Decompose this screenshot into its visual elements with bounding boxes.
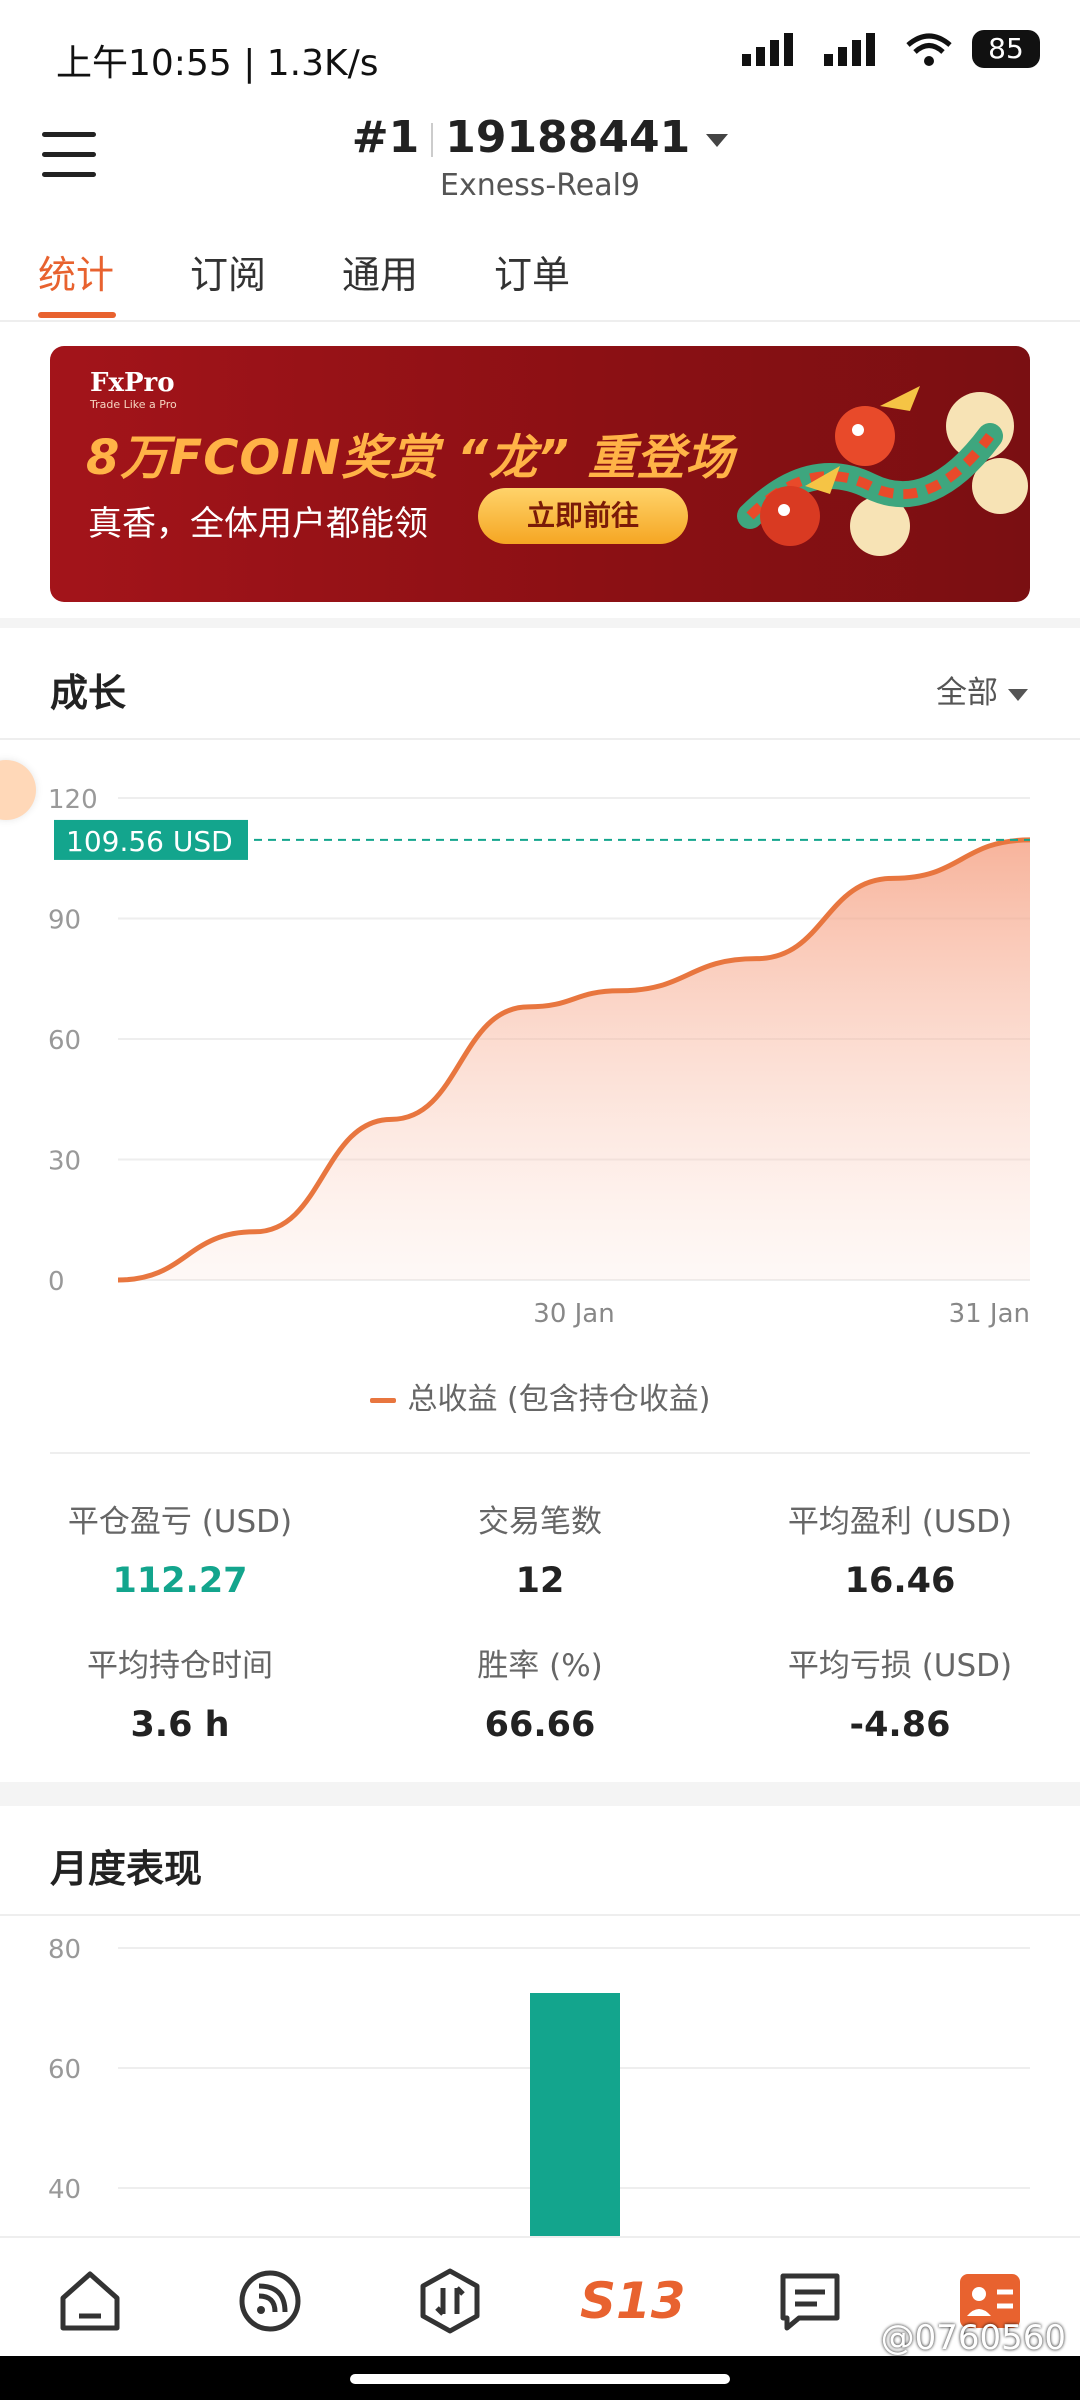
chevron-down-icon [1008, 688, 1028, 701]
stat-label: 胜率 (%) [477, 1648, 603, 1684]
stat-value: 66.66 [484, 1705, 596, 1745]
range-filter[interactable]: 全部 [936, 667, 1028, 712]
stat-value: -4.86 [849, 1705, 951, 1745]
s13-nav-button[interactable]: S13 [580, 2266, 686, 2336]
stat-avg-loss: 平均亏损 (USD) -4.86 [750, 1640, 1050, 1745]
chevron-down-icon [706, 133, 729, 147]
home-indicator[interactable] [350, 2374, 730, 2384]
fxpro-logo: FxPro [90, 368, 175, 398]
tab-indicator [38, 312, 116, 318]
chart-legend: 总收益 (包含持仓收益) [0, 1374, 1080, 1418]
x-tick-label: 30 Jan [533, 1299, 614, 1329]
stat-label: 交易笔数 [478, 1504, 602, 1540]
system-nav-bar [0, 2356, 1080, 2400]
promo-banner[interactable]: FxPro Trade Like a Pro 8万FCOIN奖赏 “龙” 重登场… [50, 346, 1030, 602]
news-icon[interactable] [775, 2266, 845, 2336]
y-tick-label: 40 [48, 2175, 81, 2205]
bar [530, 1993, 620, 2240]
trade-icon[interactable] [415, 2266, 485, 2336]
legend-swatch [369, 1398, 396, 1403]
signal-icon-2 [824, 33, 875, 66]
tab-subscribe[interactable]: 订阅 [190, 244, 266, 299]
y-tick-label: 80 [48, 1935, 81, 1965]
stat-label: 平均盈利 (USD) [787, 1504, 1013, 1540]
section-divider [0, 618, 1080, 628]
tab-stats[interactable]: 统计 [38, 244, 114, 299]
stat-trade-count: 交易笔数 12 [390, 1496, 690, 1601]
stat-label: 平仓盈亏 (USD) [67, 1504, 293, 1540]
account-selector[interactable]: #1 19188441 [0, 112, 1080, 163]
series-area [118, 839, 1030, 1280]
status-bar: 上午10:55 | 1.3K/s 85 [0, 0, 1080, 100]
status-icons: 85 [740, 30, 1040, 68]
broadcast-icon[interactable] [235, 2266, 305, 2336]
stat-avg-hold-time: 平均持仓时间 3.6 h [30, 1640, 330, 1745]
stat-value: 16.46 [844, 1561, 956, 1601]
stat-label: 平均亏损 (USD) [787, 1648, 1013, 1684]
tab-orders[interactable]: 订单 [494, 244, 570, 299]
header: #1 19188441 Exness-Real9 [0, 100, 1080, 220]
growth-chart: 0 30 60 90 120 109.56 USD 30 Jan 31 Jan [48, 785, 1031, 1329]
range-filter-label: 全部 [936, 675, 998, 711]
y-tick-label: 60 [48, 1026, 81, 1056]
y-tick-label: 30 [48, 1147, 81, 1177]
server-name: Exness-Real9 [439, 168, 641, 203]
section-divider [0, 1914, 1080, 1916]
banner-cta-button[interactable]: 立即前往 [478, 488, 688, 544]
section-divider [0, 1782, 1080, 1806]
home-icon[interactable] [55, 2266, 125, 2336]
watermark: @0760560 [880, 2318, 1066, 2358]
y-tick-label: 0 [48, 1267, 65, 1297]
tab-bar: 统计 订阅 通用 订单 [0, 230, 1080, 322]
stat-value: 112.27 [112, 1561, 248, 1601]
account-rank: #1 [351, 112, 420, 163]
stats-divider [50, 1452, 1030, 1454]
status-time: 上午10:55 | 1.3K/s [56, 43, 379, 84]
legend-label: 总收益 (包含持仓收益) [407, 1382, 711, 1417]
tab-general[interactable]: 通用 [342, 244, 418, 299]
signal-icon [742, 33, 793, 66]
stat-value: 3.6 h [130, 1705, 230, 1745]
account-number: 19188441 [445, 112, 691, 163]
stat-value: 12 [515, 1561, 565, 1601]
current-value-label: 109.56 USD [66, 825, 233, 858]
stat-win-rate: 胜率 (%) 66.66 [390, 1640, 690, 1745]
stat-closed-pnl: 平仓盈亏 (USD) 112.27 [30, 1496, 330, 1601]
stat-avg-profit: 平均盈利 (USD) 16.46 [750, 1496, 1050, 1601]
dragon-illustration [737, 386, 1028, 556]
monthly-chart: 40 60 80 [48, 1935, 1030, 2240]
y-tick-label: 120 [48, 785, 98, 815]
separator [431, 123, 434, 157]
fxpro-tagline: Trade Like a Pro [90, 398, 177, 411]
banner-headline: 8万FCOIN奖赏 “龙” 重登场 [86, 430, 735, 486]
growth-title: 成长 [50, 671, 127, 715]
battery-indicator: 85 [972, 30, 1040, 68]
y-tick-label: 60 [48, 2055, 81, 2085]
banner-subline: 真香，全体用户都能领 [88, 504, 428, 544]
wifi-icon [906, 33, 952, 66]
x-tick-label: 31 Jan [949, 1299, 1030, 1329]
monthly-title: 月度表现 [50, 1847, 203, 1891]
y-tick-label: 90 [48, 906, 81, 936]
stat-label: 平均持仓时间 [87, 1648, 273, 1684]
